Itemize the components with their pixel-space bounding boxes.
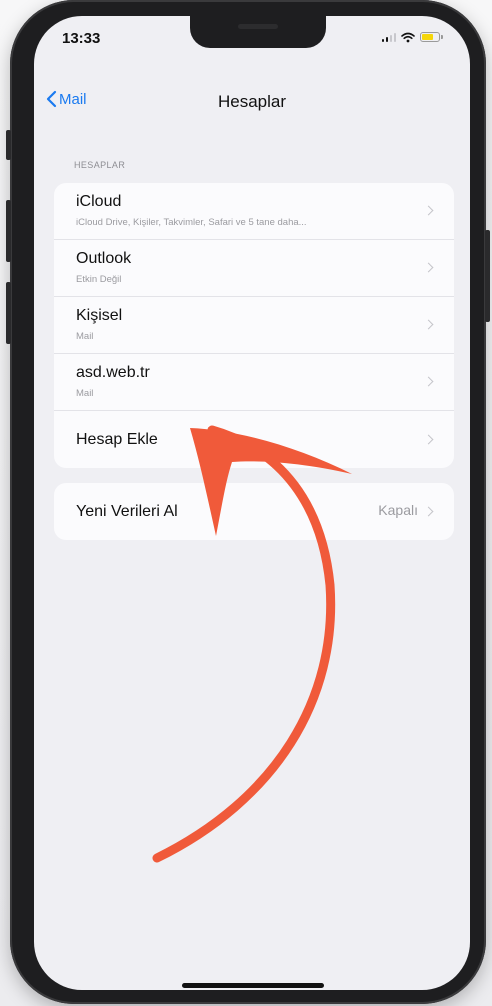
arrow-head xyxy=(190,428,352,536)
annotation-arrow xyxy=(152,425,352,863)
